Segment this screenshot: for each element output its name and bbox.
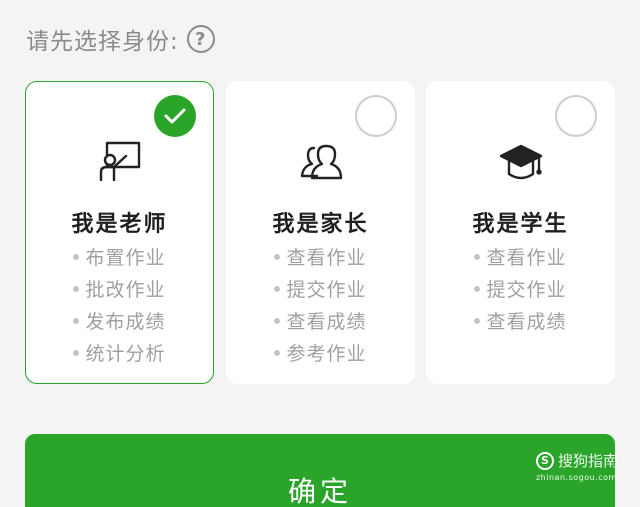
graduation-cap-icon	[499, 140, 543, 184]
feature-item: 查看成绩	[427, 306, 614, 338]
role-card-teacher[interactable]: 我是老师 布置作业 批改作业 发布成绩 统计分析	[25, 81, 214, 384]
parents-icon	[299, 140, 343, 184]
feature-list-teacher: 布置作业 批改作业 发布成绩 统计分析	[26, 242, 213, 370]
feature-item: 统计分析	[26, 338, 213, 370]
feature-item: 查看作业	[227, 242, 414, 274]
checked-icon	[154, 95, 196, 137]
unchecked-circle-icon	[355, 95, 397, 137]
feature-item: 查看成绩	[227, 306, 414, 338]
feature-list-student: 查看作业 提交作业 查看成绩	[427, 242, 614, 338]
role-card-student[interactable]: 我是学生 查看作业 提交作业 查看成绩	[426, 81, 615, 384]
unchecked-circle-icon	[555, 95, 597, 137]
feature-item: 提交作业	[427, 274, 614, 306]
role-title-parent: 我是家长	[272, 212, 369, 237]
identity-prompt: 请先选择身份: ?	[26, 22, 215, 56]
watermark: S 搜狗指南 zhinan.sogou.com	[535, 450, 618, 482]
feature-item: 提交作业	[227, 274, 414, 306]
role-card-parent[interactable]: 我是家长 查看作业 提交作业 查看成绩 参考作业	[226, 81, 415, 384]
feature-item: 发布成绩	[26, 306, 213, 338]
confirm-button[interactable]: 确定	[25, 434, 615, 507]
feature-list-parent: 查看作业 提交作业 查看成绩 参考作业	[227, 242, 414, 370]
watermark-url: zhinan.sogou.com	[535, 473, 617, 482]
feature-item: 查看作业	[427, 242, 614, 274]
identity-prompt-label: 请先选择身份:	[26, 29, 179, 55]
role-title-teacher: 我是老师	[71, 212, 168, 237]
help-icon[interactable]: ?	[186, 25, 215, 53]
feature-item: 布置作业	[26, 242, 213, 274]
role-title-student: 我是学生	[472, 212, 569, 237]
teacher-icon	[98, 140, 142, 184]
feature-item: 批改作业	[26, 274, 213, 306]
watermark-text: 搜狗指南	[557, 452, 618, 470]
sogou-logo-icon: S	[535, 451, 554, 470]
feature-item: 参考作业	[227, 338, 414, 370]
